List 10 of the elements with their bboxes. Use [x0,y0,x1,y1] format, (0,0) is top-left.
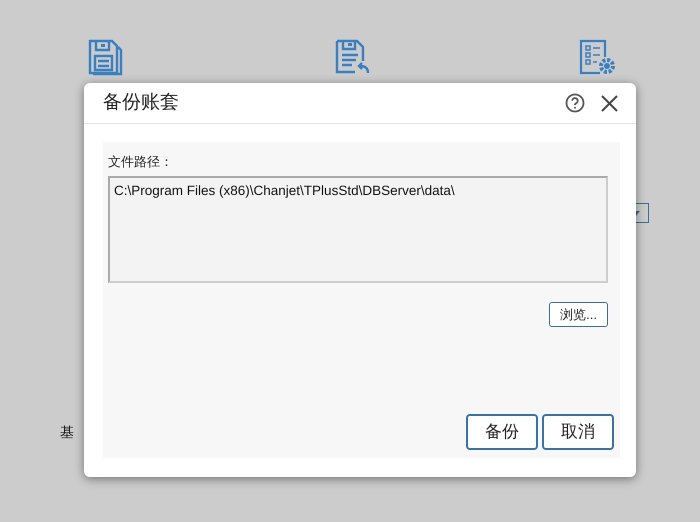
field-label: 文件路径： [108,153,174,171]
settings-list-icon[interactable] [578,38,616,76]
help-icon[interactable] [565,93,585,113]
dialog-title: 备份账套 [103,90,180,115]
close-icon[interactable] [601,94,618,112]
backup-button[interactable]: 备份 [466,414,538,450]
path-field[interactable]: C:\Program Files (x86)\Chanjet\TPlusStd\DBServer\data\ [108,176,608,282]
background-label: 基 [60,423,74,442]
cancel-button[interactable]: 取消 [542,414,614,450]
browse-button[interactable]: 浏览... [549,302,608,326]
